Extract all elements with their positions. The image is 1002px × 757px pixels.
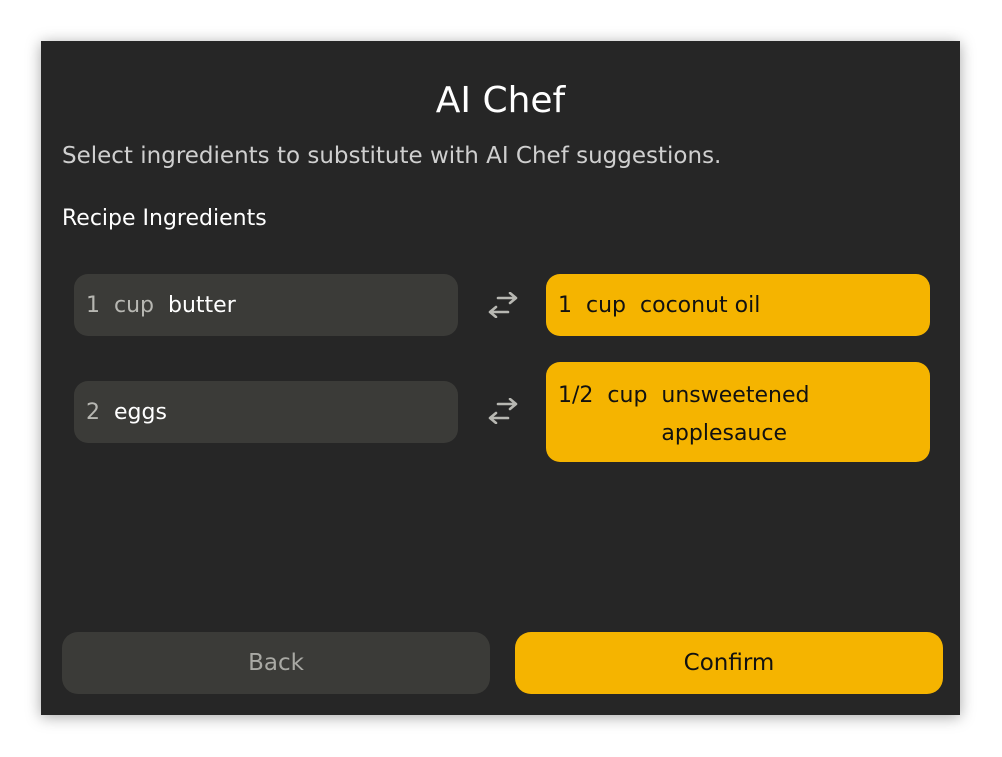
ai-chef-dialog: AI Chef Select ingredients to substitute… bbox=[41, 41, 960, 715]
substitute-name: unsweetened applesauce bbox=[661, 383, 810, 446]
ingredient-item-eggs[interactable]: 2 eggs bbox=[74, 381, 458, 443]
swap-arrows-icon[interactable] bbox=[481, 285, 525, 325]
ingredient-name: eggs bbox=[114, 399, 167, 425]
substitute-item-applesauce[interactable]: 1/2 cup unsweetened applesauce bbox=[546, 362, 930, 462]
substitute-qty: 1/2 bbox=[558, 383, 594, 408]
confirm-button[interactable]: Confirm bbox=[515, 632, 943, 694]
ingredient-qty: 2 bbox=[86, 399, 100, 425]
substitute-item-coconut-oil[interactable]: 1 cup coconut oil bbox=[546, 274, 930, 336]
dialog-title: AI Chef bbox=[435, 80, 566, 121]
substitute-qty: 1 bbox=[558, 292, 572, 318]
back-button[interactable]: Back bbox=[62, 632, 490, 694]
substitute-name: coconut oil bbox=[640, 292, 761, 318]
ingredient-unit: cup bbox=[114, 292, 155, 318]
swap-arrows-icon[interactable] bbox=[481, 391, 525, 431]
substitute-unit: cup bbox=[586, 292, 627, 318]
ingredient-item-butter[interactable]: 1 cup butter bbox=[74, 274, 458, 336]
ingredient-qty: 1 bbox=[86, 292, 100, 318]
section-label: Recipe Ingredients bbox=[62, 206, 267, 231]
substitute-unit: cup bbox=[607, 383, 648, 408]
ingredient-name: butter bbox=[168, 292, 236, 318]
dialog-subtitle: Select ingredients to substitute with AI… bbox=[62, 143, 722, 169]
